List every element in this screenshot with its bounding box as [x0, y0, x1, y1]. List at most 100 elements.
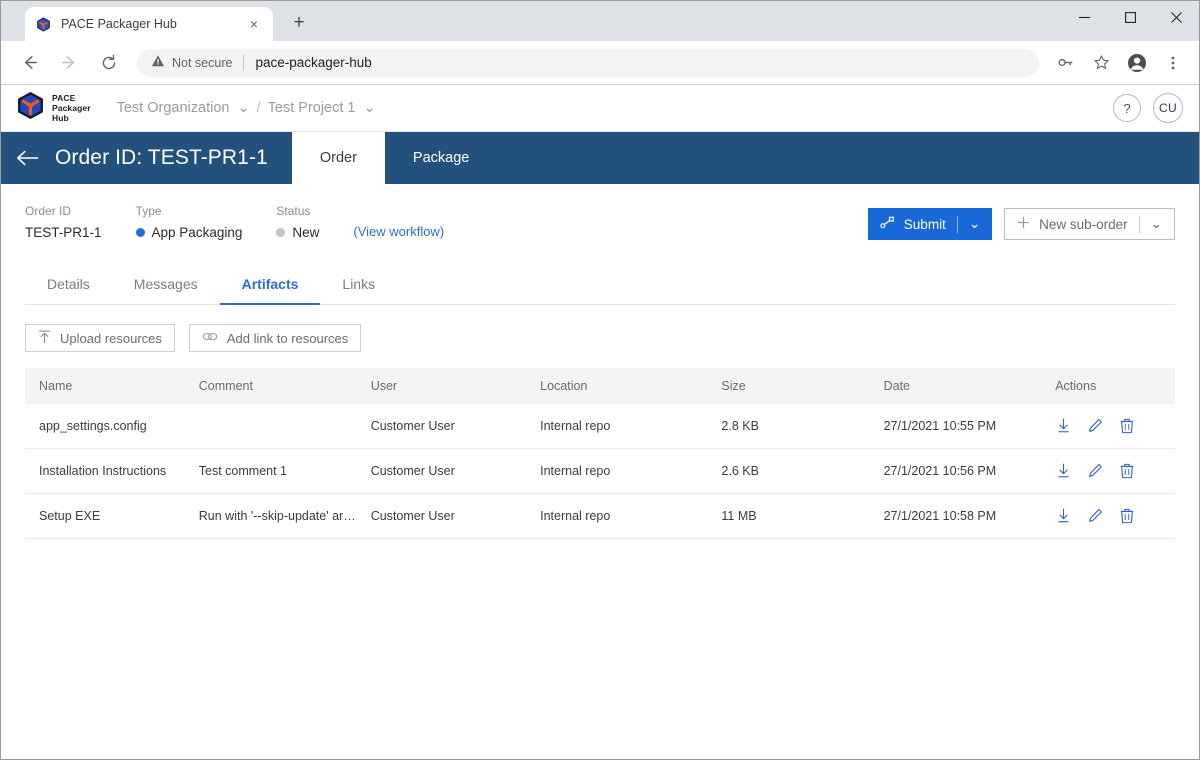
- breadcrumb-project[interactable]: Test Project 1 ⌄: [268, 100, 376, 116]
- order-package-tabs: Order Package: [291, 132, 498, 184]
- new-suborder-button[interactable]: New sub-order ⌄: [1004, 208, 1175, 240]
- table-row[interactable]: app_settings.config Customer User Internal…: [25, 404, 1175, 449]
- back-icon[interactable]: [12, 46, 46, 80]
- help-button[interactable]: ?: [1113, 94, 1141, 122]
- close-icon[interactable]: ×: [245, 15, 263, 33]
- tab-details[interactable]: Details: [25, 266, 112, 305]
- add-link-label: Add link to resources: [226, 330, 349, 346]
- upload-resources-button[interactable]: Upload resources: [25, 324, 175, 352]
- meta-status-label: Status: [276, 204, 311, 218]
- order-meta-row: Order ID TEST-PR1-1 Type App Packaging S…: [25, 204, 1175, 240]
- forward-icon[interactable]: [52, 46, 86, 80]
- submit-button-divider: [956, 215, 958, 233]
- page-title: Order ID: TEST-PR1-1: [55, 146, 268, 169]
- new-suborder-button-label: New sub-order: [1039, 216, 1128, 232]
- chevron-down-icon[interactable]: ⌄: [969, 216, 980, 232]
- upload-resources-label: Upload resources: [60, 330, 162, 346]
- key-icon[interactable]: [1051, 49, 1079, 77]
- column-header-comment[interactable]: Comment: [198, 368, 371, 404]
- meta-type-label: Type: [135, 204, 162, 218]
- window-close-icon[interactable]: [1153, 1, 1199, 33]
- cell-size: 2.6 KB: [721, 448, 884, 494]
- download-icon[interactable]: [1055, 462, 1071, 480]
- kebab-menu-icon[interactable]: [1159, 49, 1187, 77]
- breadcrumb-organization[interactable]: Test Organization ⌄: [117, 100, 250, 116]
- type-status-dot: [135, 228, 145, 237]
- tab-messages[interactable]: Messages: [112, 266, 220, 305]
- cell-name: Installation Instructions: [25, 448, 199, 494]
- cell-date: 27/1/2021 10:55 PM: [883, 404, 1056, 449]
- content-tabs: Details Messages Artifacts Links: [25, 266, 1175, 305]
- browser-tab[interactable]: PACE Packager Hub ×: [25, 7, 273, 41]
- app-logo[interactable]: PACE Packager Hub: [17, 91, 91, 125]
- app-header: PACE Packager Hub Test Organization ⌄ / …: [1, 85, 1199, 132]
- view-workflow-link[interactable]: (View workflow): [353, 224, 444, 239]
- cell-comment: [198, 404, 371, 449]
- column-header-name[interactable]: Name: [25, 368, 199, 404]
- new-suborder-divider: [1138, 215, 1140, 233]
- warning-triangle-icon: [151, 54, 165, 71]
- edit-pencil-icon[interactable]: [1087, 462, 1103, 480]
- window-controls: [1061, 1, 1199, 33]
- url-text: pace-packager-hub: [255, 55, 372, 70]
- column-header-location[interactable]: Location: [540, 368, 722, 404]
- pace-cube-logo-icon: [17, 91, 44, 125]
- cell-size: 11 MB: [721, 493, 884, 539]
- table-head: Name Comment User Location Size Date Act…: [25, 368, 1175, 404]
- maximize-icon[interactable]: [1107, 1, 1153, 33]
- browser-tab-strip: PACE Packager Hub × +: [1, 1, 1199, 41]
- security-label: Not secure: [172, 55, 233, 70]
- workflow-branch-icon: [880, 216, 895, 232]
- column-header-date[interactable]: Date: [883, 368, 1056, 404]
- submit-button-label: Submit: [903, 216, 946, 232]
- cell-actions: [1055, 448, 1175, 494]
- column-header-size[interactable]: Size: [721, 368, 884, 404]
- row-action-group: [1055, 462, 1175, 480]
- header-actions: ? CU: [1113, 93, 1183, 123]
- edit-pencil-icon[interactable]: [1087, 417, 1103, 435]
- reload-icon[interactable]: [92, 46, 126, 80]
- download-icon[interactable]: [1055, 417, 1071, 435]
- delete-trash-icon[interactable]: [1119, 417, 1135, 435]
- avatar[interactable]: CU: [1153, 93, 1183, 123]
- minimize-icon[interactable]: [1061, 1, 1107, 33]
- order-title-bar: Order ID: TEST-PR1-1 Order Package: [1, 132, 1199, 184]
- new-tab-button[interactable]: +: [285, 9, 313, 37]
- omnibox-divider: [243, 54, 245, 71]
- tab-package[interactable]: Package: [385, 132, 497, 184]
- tab-artifacts[interactable]: Artifacts: [219, 266, 321, 305]
- logo-line-2: Packager: [52, 102, 91, 113]
- browser-window: PACE Packager Hub × + Not secure pace-pa…: [0, 0, 1200, 760]
- cell-actions: [1055, 404, 1175, 449]
- address-bar[interactable]: Not secure pace-packager-hub: [137, 48, 1039, 77]
- security-indicator[interactable]: Not secure: [151, 54, 232, 71]
- meta-order-id: Order ID TEST-PR1-1: [25, 204, 102, 240]
- profile-icon[interactable]: [1123, 49, 1151, 77]
- column-header-user[interactable]: User: [370, 368, 541, 404]
- submit-button[interactable]: Submit ⌄: [867, 208, 993, 240]
- logo-line-1: PACE: [52, 92, 76, 103]
- cell-user: Customer User: [370, 493, 541, 539]
- tab-order[interactable]: Order: [291, 132, 385, 184]
- cell-comment: Test comment 1: [198, 448, 371, 494]
- plus-icon: [1017, 216, 1030, 232]
- delete-trash-icon[interactable]: [1119, 462, 1135, 480]
- table-row[interactable]: Installation Instructions Test comment 1C…: [25, 448, 1175, 494]
- cell-size: 2.8 KB: [721, 404, 884, 449]
- table-row[interactable]: Setup EXE Run with '--skip-update' argu..…: [25, 493, 1175, 539]
- back-arrow-icon[interactable]: [1, 132, 55, 184]
- add-link-button[interactable]: Add link to resources: [188, 324, 362, 352]
- meta-status-value: New: [276, 225, 319, 240]
- edit-pencil-icon[interactable]: [1087, 507, 1103, 525]
- chevron-down-icon[interactable]: ⌄: [1151, 216, 1162, 232]
- chevron-down-icon: ⌄: [237, 100, 250, 116]
- cell-actions: [1055, 493, 1175, 539]
- delete-trash-icon[interactable]: [1119, 507, 1135, 525]
- tab-links[interactable]: Links: [320, 266, 397, 305]
- chevron-down-icon: ⌄: [363, 100, 376, 116]
- app-logo-text: PACE Packager Hub: [52, 93, 91, 123]
- star-icon[interactable]: [1087, 49, 1115, 77]
- breadcrumb: Test Organization ⌄ / Test Project 1 ⌄: [117, 100, 376, 116]
- download-icon[interactable]: [1055, 507, 1071, 525]
- browser-tab-title: PACE Packager Hub: [61, 17, 177, 31]
